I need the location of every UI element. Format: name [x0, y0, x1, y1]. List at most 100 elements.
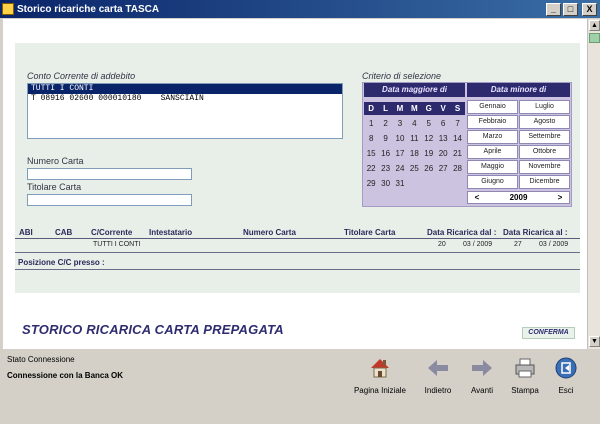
posizione-label: Posizione C/C presso :: [18, 258, 105, 267]
day-cell[interactable]: 10: [393, 134, 407, 143]
day-cell[interactable]: 24: [393, 164, 407, 173]
col-cab: CAB: [55, 228, 73, 237]
maximize-button[interactable]: □: [563, 2, 578, 16]
vertical-scrollbar[interactable]: ▲ ▼: [587, 19, 600, 349]
page-title: STORICO RICARICA CARTA PREPAGATA: [22, 322, 284, 337]
cell-al-monthyear: 03 / 2009: [539, 241, 569, 248]
conto-label: Conto Corrente di addebito: [27, 71, 136, 81]
day-cell[interactable]: 11: [407, 134, 421, 143]
day-cell[interactable]: 16: [378, 149, 392, 158]
day-cell[interactable]: 2: [378, 119, 392, 128]
day-cell[interactable]: 30: [378, 179, 392, 188]
list-item[interactable]: TUTTI I CONTI: [28, 84, 342, 94]
weekday-header: S: [450, 102, 465, 115]
month-button[interactable]: Aprile: [467, 145, 518, 159]
scroll-up-icon[interactable]: ▲: [589, 20, 600, 31]
month-button[interactable]: Luglio: [519, 100, 570, 114]
day-cell[interactable]: 5: [422, 119, 436, 128]
month-button[interactable]: Maggio: [467, 160, 518, 174]
day-cell[interactable]: 31: [393, 179, 407, 188]
col-data-al: Data Ricarica al :: [503, 228, 568, 237]
list-item[interactable]: T 08916 02600 000010180 SANSCIAIN: [28, 94, 342, 104]
conferma-button[interactable]: CONFERMA: [522, 327, 575, 339]
day-cell[interactable]: 4: [407, 119, 421, 128]
cell-dal-day: 20: [438, 241, 446, 248]
print-button[interactable]: Stampa: [505, 356, 545, 395]
stato-label: Stato Connessione: [7, 355, 75, 364]
data-maggiore-button[interactable]: Data maggiore di: [364, 83, 465, 97]
titolare-carta-label: Titolare Carta: [27, 182, 82, 192]
day-cell[interactable]: 27: [436, 164, 450, 173]
printer-icon: [515, 358, 535, 378]
window-title: Storico ricariche carta TASCA: [17, 3, 160, 15]
next-year-button[interactable]: >: [551, 192, 569, 203]
day-cell[interactable]: 19: [422, 149, 436, 158]
day-cell[interactable]: 8: [364, 134, 378, 143]
scroll-thumb[interactable]: [589, 33, 600, 43]
table-row[interactable]: TUTTI I CONTI 20 03 / 2009 27 03 / 2009: [15, 241, 580, 253]
weekday-header: L: [378, 102, 393, 115]
col-data-dal: Data Ricarica dal :: [427, 228, 497, 237]
day-cell[interactable]: 3: [393, 119, 407, 128]
day-cell[interactable]: 18: [407, 149, 421, 158]
day-calendar: D L M M G V S 1 2 3 4 5 6 7 8 9 10 11 12 13 14 15 16 17 1…: [364, 101, 465, 191]
month-button[interactable]: Settembre: [519, 130, 570, 144]
print-label: Stampa: [511, 386, 539, 395]
col-titolare-carta: Titolare Carta: [344, 228, 396, 237]
cell-al-day: 27: [514, 241, 522, 248]
day-cell[interactable]: 22: [364, 164, 378, 173]
day-cell[interactable]: 14: [450, 134, 464, 143]
day-cell[interactable]: 21: [450, 149, 464, 158]
month-button[interactable]: Agosto: [519, 115, 570, 129]
month-button[interactable]: Dicembre: [519, 175, 570, 189]
close-button[interactable]: X: [582, 2, 597, 16]
exit-button[interactable]: Esci: [550, 356, 582, 395]
month-button[interactable]: Giugno: [467, 175, 518, 189]
divider: [15, 269, 580, 270]
home-button[interactable]: Pagina Iniziale: [350, 356, 410, 395]
day-cell[interactable]: 23: [378, 164, 392, 173]
day-cell[interactable]: 25: [407, 164, 421, 173]
weekday-header: D: [364, 102, 379, 115]
col-intestatario: Intestatario: [149, 228, 193, 237]
data-minore-button[interactable]: Data minore di: [467, 83, 570, 97]
weekday-header: M: [407, 102, 422, 115]
forward-label: Avanti: [470, 386, 494, 395]
year-selector: < 2009 >: [467, 191, 570, 204]
titolare-carta-input[interactable]: [27, 194, 192, 206]
day-cell[interactable]: 28: [450, 164, 464, 173]
back-button[interactable]: Indietro: [418, 356, 458, 395]
forward-button[interactable]: Avanti: [462, 356, 502, 395]
day-cell[interactable]: 7: [450, 119, 464, 128]
home-label: Pagina Iniziale: [353, 386, 407, 395]
day-cell[interactable]: 1: [364, 119, 378, 128]
back-label: Indietro: [424, 386, 452, 395]
conto-listbox[interactable]: TUTTI I CONTI T 08916 02600 000010180 SA…: [27, 83, 343, 139]
month-button[interactable]: Gennaio: [467, 100, 518, 114]
month-button[interactable]: Novembre: [519, 160, 570, 174]
day-cell[interactable]: 20: [436, 149, 450, 158]
day-cell[interactable]: 12: [422, 134, 436, 143]
day-row: 1234567: [364, 116, 465, 131]
weekday-header: G: [421, 102, 436, 115]
day-cell[interactable]: 17: [393, 149, 407, 158]
month-button[interactable]: Ottobre: [519, 145, 570, 159]
day-row: 29 30 31: [364, 176, 465, 191]
month-button[interactable]: Febbraio: [467, 115, 518, 129]
day-cell[interactable]: 15: [364, 149, 378, 158]
prev-year-button[interactable]: <: [468, 192, 486, 203]
day-cell[interactable]: 29: [364, 179, 378, 188]
month-row: Gennaio Luglio: [467, 100, 570, 114]
day-cell[interactable]: 13: [436, 134, 450, 143]
minimize-button[interactable]: _: [546, 2, 561, 16]
criterio-label: Criterio di selezione: [362, 71, 442, 81]
day-cell[interactable]: 9: [378, 134, 392, 143]
scroll-down-icon[interactable]: ▼: [589, 336, 600, 347]
month-button[interactable]: Marzo: [467, 130, 518, 144]
month-row: Maggio Novembre: [467, 160, 570, 174]
day-cell[interactable]: 26: [422, 164, 436, 173]
weekday-header: M: [392, 102, 408, 115]
numero-carta-input[interactable]: [27, 168, 192, 180]
day-cell[interactable]: 6: [436, 119, 450, 128]
col-corrente: C/Corrente: [91, 228, 133, 237]
